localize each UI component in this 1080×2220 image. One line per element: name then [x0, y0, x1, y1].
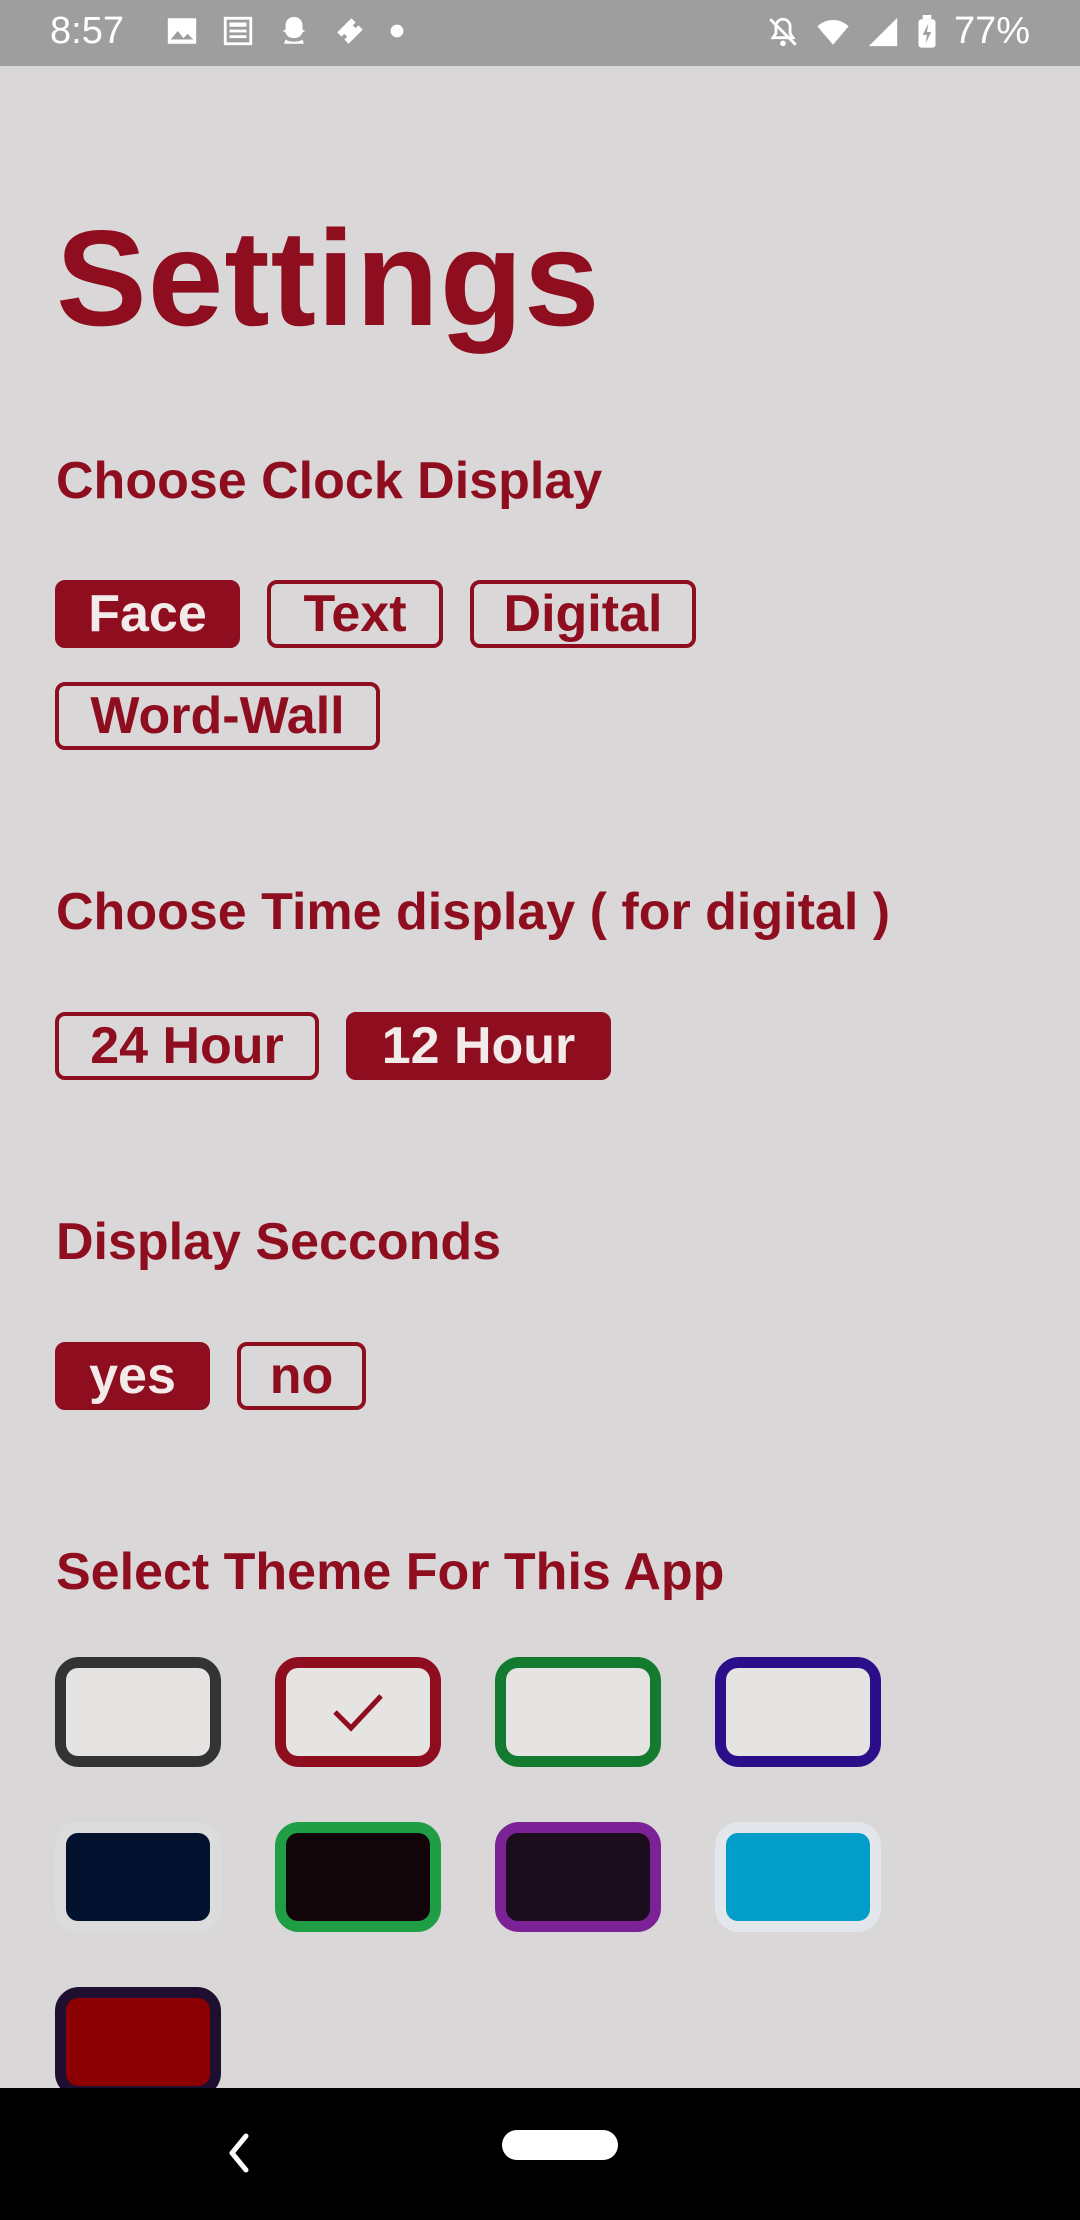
clock-option-word-wall[interactable]: Word-Wall [55, 682, 380, 750]
clock-option-digital[interactable]: Digital [470, 580, 696, 648]
theme-swatch-9[interactable] [55, 1987, 221, 2097]
theme-swatch-8[interactable] [715, 1822, 881, 1932]
theme-swatch-4[interactable] [715, 1657, 881, 1767]
back-icon[interactable] [224, 2128, 254, 2178]
theme-swatch-7[interactable] [495, 1822, 661, 1932]
system-icons: 77% [766, 10, 1030, 53]
dot-icon [390, 24, 404, 38]
seconds-option-no[interactable]: no [237, 1342, 366, 1410]
image-icon [167, 18, 197, 44]
news-icon [223, 16, 253, 46]
checkmark-icon [333, 1694, 383, 1732]
theme-swatch-fill [506, 1668, 650, 1756]
snapchat-icon [282, 16, 306, 44]
theme-swatch-fill [66, 1998, 210, 2086]
notifications-off-icon [769, 17, 797, 46]
time-option-24-hour[interactable]: 24 Hour [55, 1012, 319, 1080]
battery-charging-icon [918, 14, 936, 48]
theme-swatch-fill [66, 1833, 210, 1921]
theme-swatch-fill [506, 1833, 650, 1921]
status-bar: 8:57 77% [0, 0, 1080, 66]
theme-swatch-fill [726, 1833, 870, 1921]
seconds-option-yes[interactable]: yes [55, 1342, 210, 1410]
theme-swatch-6[interactable] [275, 1822, 441, 1932]
wifi-icon [817, 19, 849, 45]
signal-icon [868, 17, 898, 46]
page-title: Settings [56, 202, 601, 354]
time-display-heading: Choose Time display ( for digital ) [56, 883, 891, 941]
clock-option-face[interactable]: Face [55, 580, 240, 648]
clock-display-heading: Choose Clock Display [56, 452, 603, 510]
theme-swatch-3[interactable] [495, 1657, 661, 1767]
battery-percent: 77% [953, 10, 1030, 52]
display-seconds-heading: Display Secconds [56, 1213, 502, 1271]
navigation-bar [0, 2088, 1080, 2220]
theme-swatch-5[interactable] [55, 1822, 221, 1932]
ticket-icon [337, 18, 363, 44]
theme-swatch-fill [726, 1668, 870, 1756]
notification-icons [165, 14, 405, 48]
theme-heading: Select Theme For This App [56, 1543, 725, 1601]
time-option-12-hour[interactable]: 12 Hour [346, 1012, 611, 1080]
status-time: 8:57 [50, 10, 124, 52]
theme-swatch-fill [286, 1833, 430, 1921]
clock-option-text[interactable]: Text [267, 580, 443, 648]
theme-swatch-1[interactable] [55, 1657, 221, 1767]
home-pill-icon[interactable] [502, 2130, 618, 2160]
theme-swatch-fill [66, 1668, 210, 1756]
theme-swatch-2[interactable] [275, 1657, 441, 1767]
